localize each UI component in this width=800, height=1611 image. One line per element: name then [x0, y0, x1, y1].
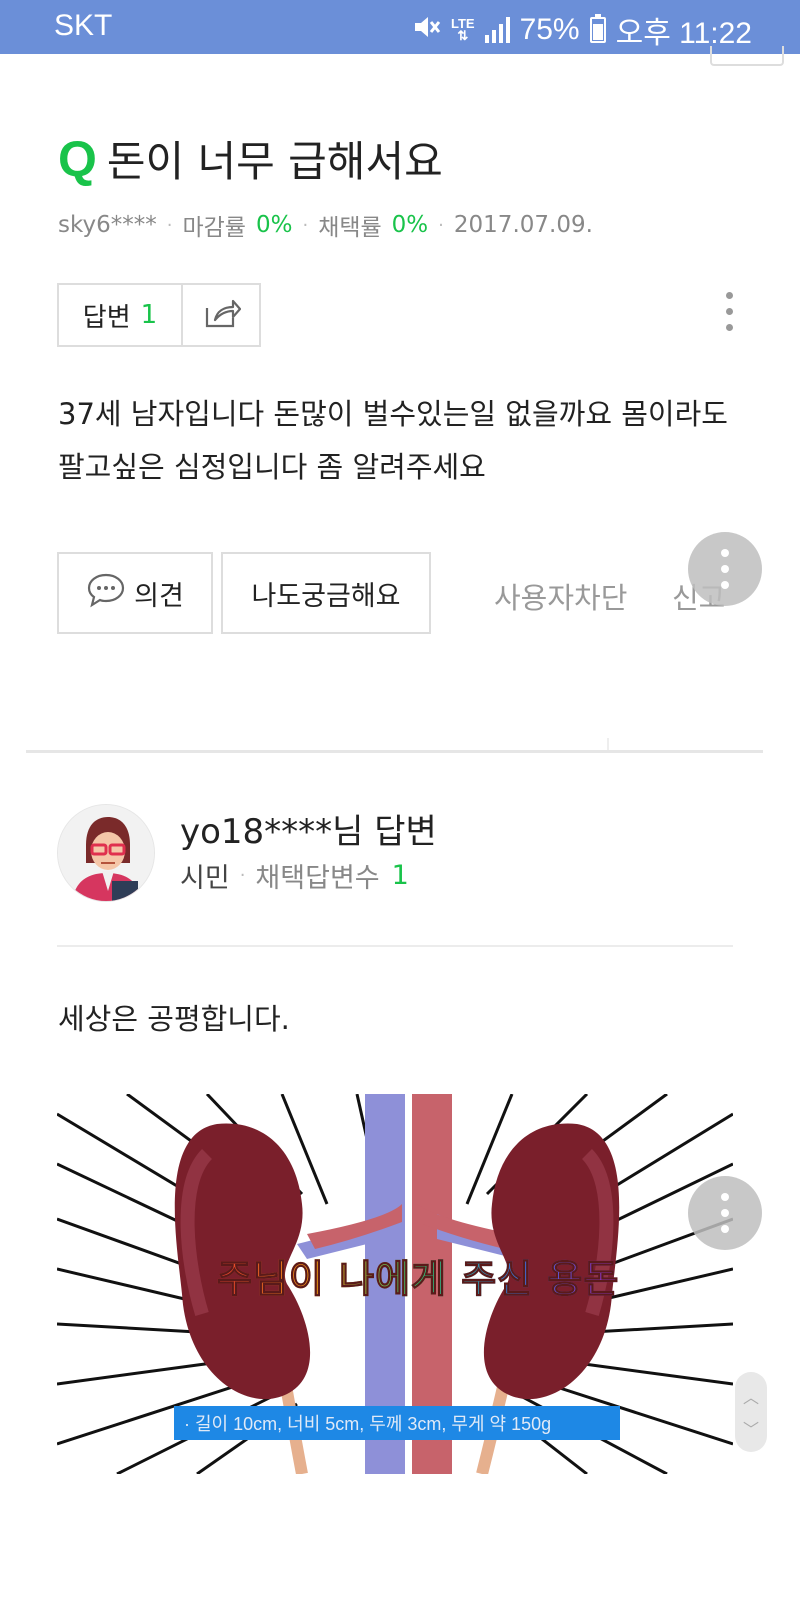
battery-percent: 75%	[519, 13, 580, 46]
close-rate-value: 0%	[255, 212, 293, 238]
question-title: Q 돈이 너무 급해서요	[58, 128, 443, 189]
adopted-label: 채택답변수	[255, 863, 380, 894]
lte-icon: LTE ⇅	[450, 16, 475, 43]
corner-tab[interactable]	[710, 46, 784, 66]
opinion-button[interactable]: 의견	[57, 552, 213, 634]
answerer-meta: 시민 · 채택답변수 1	[180, 856, 409, 895]
q-icon: Q	[58, 130, 97, 187]
answer-divider	[57, 945, 733, 947]
block-user-link[interactable]: 사용자차단	[494, 575, 627, 617]
status-bar: SKT LTE ⇅ 75% 오후 11:22	[0, 0, 800, 54]
divider-tick	[607, 738, 609, 750]
question-title-text: 돈이 너무 급해서요	[106, 137, 443, 186]
speech-bubble-icon	[86, 572, 126, 615]
curious-button[interactable]: 나도궁금해요	[221, 552, 431, 634]
floating-more-icon-2[interactable]	[688, 1176, 762, 1250]
answerer-name[interactable]: yo18****님 답변	[180, 804, 437, 853]
answer-body: 세상은 공평합니다.	[58, 1002, 290, 1036]
question-date: 2017.07.09.	[453, 212, 593, 238]
adopt-rate-label: 채택률	[318, 215, 382, 241]
author-id[interactable]: sky6****	[58, 212, 157, 238]
image-caption: · 길이 10cm, 너비 5cm, 두께 3cm, 무게 약 150g	[174, 1406, 620, 1440]
answer-count-label: 답변	[82, 302, 131, 333]
chevron-up-icon: ︿	[742, 1388, 759, 1407]
more-options-icon[interactable]	[722, 292, 736, 331]
opinion-label: 의견	[134, 580, 184, 612]
status-icons: LTE ⇅ 75% 오후 11:22	[411, 8, 752, 52]
chevron-down-icon: ﹀	[742, 1420, 759, 1439]
answer-count-button[interactable]: 답변 1	[59, 285, 183, 345]
curious-label: 나도궁금해요	[251, 580, 401, 612]
answer-share-box: 답변 1	[57, 283, 261, 347]
carrier-label: SKT	[54, 9, 113, 42]
avatar[interactable]	[57, 804, 155, 902]
answer-count-value: 1	[140, 300, 158, 330]
adopt-rate-value: 0%	[391, 212, 429, 238]
share-icon	[201, 296, 242, 334]
question-body: 37세 남자입니다 돈많이 벌수있는일 없을까요 몸이라도 팔고싶은 심정입니다…	[58, 397, 728, 484]
mute-icon	[411, 13, 441, 48]
share-button[interactable]	[183, 285, 259, 345]
floating-more-icon[interactable]	[688, 532, 762, 606]
section-divider	[26, 750, 763, 753]
signal-icon	[484, 17, 510, 43]
question-meta: sky6**** · 마감률 0% · 채택률 0% · 2017.07.09.	[58, 208, 593, 242]
scroll-handle[interactable]: ︿ ﹀	[735, 1372, 767, 1452]
image-overlay-text: 주님이 나에게 주신 용돈	[216, 1248, 619, 1303]
close-rate-label: 마감률	[182, 215, 246, 241]
battery-icon	[589, 14, 606, 43]
adopted-count: 1	[391, 860, 409, 891]
answerer-level: 시민	[180, 863, 230, 894]
